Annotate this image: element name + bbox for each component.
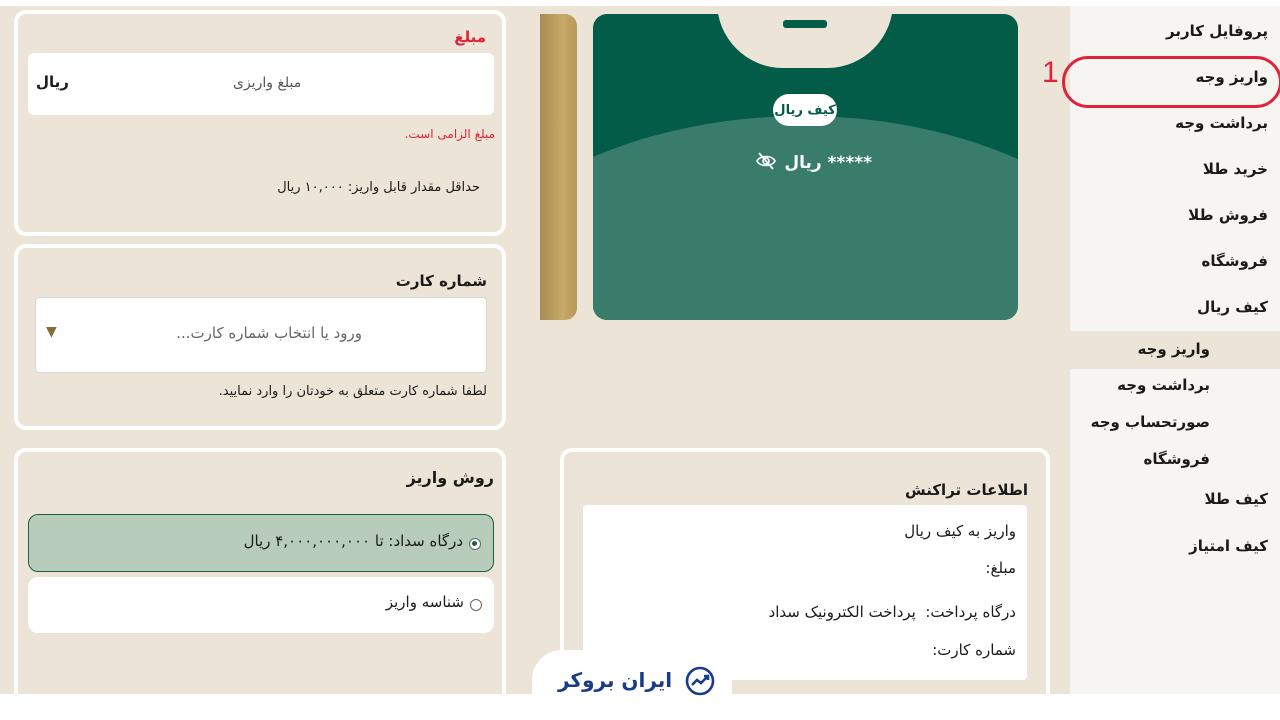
annotation-highlight <box>1062 56 1280 108</box>
eye-off-icon[interactable] <box>756 151 777 175</box>
transaction-amount: مبلغ: <box>985 559 1016 577</box>
transaction-type: واریز به کیف ریال <box>904 522 1016 540</box>
card-number-hint: لطفا شماره کارت متعلق به خودتان را وارد … <box>218 384 487 399</box>
card-notch-bar <box>783 20 827 28</box>
amount-title: مبلغ <box>454 28 486 46</box>
sidebar-item-withdraw[interactable]: برداشت وجه <box>1175 114 1268 132</box>
card-decoration <box>593 116 1018 320</box>
sidebar-item-gold-wallet[interactable]: کیف طلا <box>1205 490 1268 508</box>
option-deposit-id[interactable]: شناسه واریز <box>28 577 494 633</box>
wallet-title-badge: کیف ریال <box>773 94 837 126</box>
chart-trend-icon <box>684 666 716 700</box>
sidebar-item-rial-wallet[interactable]: کیف ریال <box>1197 298 1268 316</box>
deposit-method-title: روش واریز <box>406 468 494 487</box>
transaction-gateway: درگاه پرداخت: پرداخت الکترونیک سداد <box>768 603 1016 621</box>
sidebar-item-points-wallet[interactable]: کیف امتیاز <box>1189 537 1268 555</box>
radio-selected-icon[interactable] <box>469 538 481 550</box>
dropdown-arrow-icon[interactable]: ▼ <box>46 324 57 340</box>
sidebar-item-shop[interactable]: فروشگاه <box>1202 252 1268 270</box>
annotation-number: 1 <box>1042 56 1059 89</box>
card-number-placeholder: ورود یا انتخاب شماره کارت... <box>176 324 362 342</box>
option-deposit-id-label: شناسه واریز <box>385 593 464 611</box>
card-number-select[interactable]: ورود یا انتخاب شماره کارت... ▼ <box>35 297 487 373</box>
amount-placeholder: مبلغ واریزی <box>233 75 302 91</box>
amount-input[interactable]: مبلغ واریزی ریال <box>28 53 494 115</box>
option-sadad-label: درگاه سداد: تا ۴,۰۰۰,۰۰۰,۰۰۰ ریال <box>243 532 463 550</box>
wallet-balance: ***** ریال <box>752 148 872 178</box>
sidebar-item-buy-gold[interactable]: خرید طلا <box>1203 160 1268 178</box>
wallet-balance-text: ***** ریال <box>784 153 872 173</box>
gold-card-strip <box>540 14 577 320</box>
submenu-item-withdraw[interactable]: برداشت وجه <box>1117 376 1210 394</box>
submenu-item-statement[interactable]: صورتحساب وجه <box>1091 413 1210 431</box>
brand-logo: ایران بروکر <box>532 650 732 710</box>
amount-unit: ریال <box>36 73 69 91</box>
submenu-item-deposit[interactable]: واریز وجه <box>1137 340 1210 358</box>
option-sadad-gateway[interactable]: درگاه سداد: تا ۴,۰۰۰,۰۰۰,۰۰۰ ریال <box>28 514 494 572</box>
sidebar-item-sell-gold[interactable]: فروش طلا <box>1188 206 1268 224</box>
amount-min-note: حداقل مقدار قابل واریز: ۱۰,۰۰۰ ریال <box>277 180 480 195</box>
amount-error: مبلغ الزامی است. <box>404 127 495 141</box>
transaction-card-number: شماره کارت: <box>932 641 1016 659</box>
amount-panel <box>14 10 506 236</box>
sidebar-item-profile[interactable]: پروفایل کاربر <box>1166 22 1268 40</box>
submenu-item-shop[interactable]: فروشگاه <box>1144 450 1210 468</box>
radio-unselected-icon[interactable] <box>470 599 482 611</box>
brand-logo-text: ایران بروکر <box>558 668 673 692</box>
card-number-title: شماره کارت <box>395 272 487 290</box>
transaction-title: اطلاعات تراکنش <box>905 481 1028 499</box>
